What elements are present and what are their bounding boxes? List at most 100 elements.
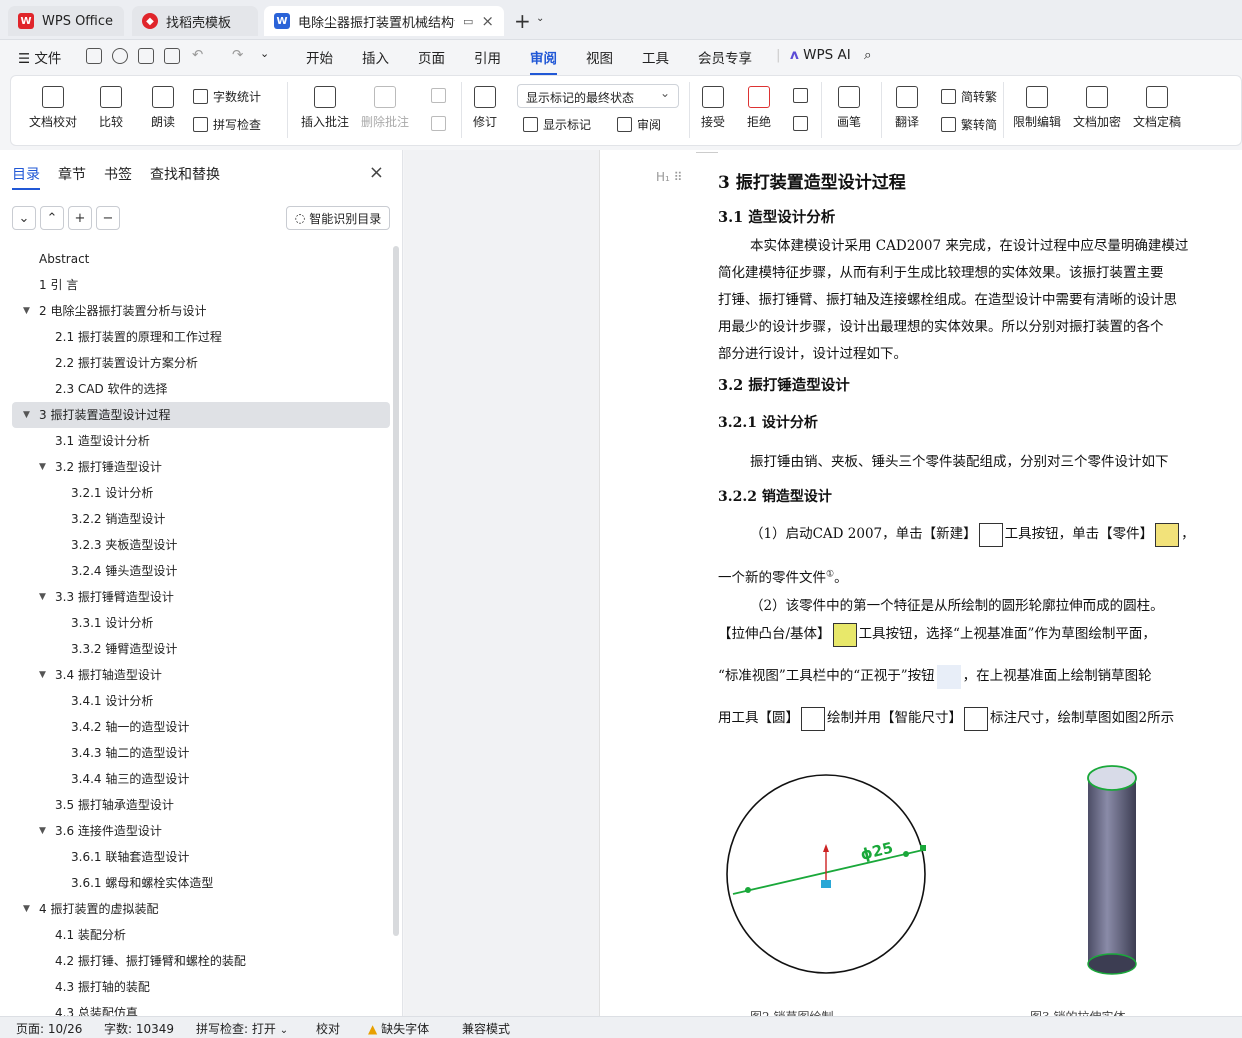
expand-arrow-icon[interactable]: ▼ [39,662,46,688]
wps-ai-button[interactable]: ᴧ WPS AI [790,47,851,63]
redo-icon[interactable]: ↷ [232,47,243,63]
toc-item[interactable]: 3.4.3 轴二的造型设计 [12,740,390,766]
toc-item[interactable]: 3.4.1 设计分析 [12,688,390,714]
collapse-down-icon[interactable]: ⌄ [12,206,36,230]
toc-item[interactable]: 3.2.2 销造型设计 [12,506,390,532]
toc-item[interactable]: 3.4.2 轴一的造型设计 [12,714,390,740]
toc-item[interactable]: Abstract [12,246,390,272]
pen-button[interactable]: 画笔 [837,86,861,130]
toc-item[interactable]: 3.2.3 夹板造型设计 [12,532,390,558]
toc-item[interactable]: 3.1 造型设计分析 [12,428,390,454]
doc-proof-button[interactable]: 文档校对 [29,86,77,130]
print-preview-icon[interactable] [164,48,180,64]
finalize-button[interactable]: 文档定稿 [1133,86,1181,130]
heading-handle-icon[interactable]: H₁ ⠿ [656,170,682,184]
restrict-edit-button[interactable]: 限制编辑 [1013,86,1061,130]
tab-toc[interactable]: 目录 [12,164,40,190]
revise-button[interactable]: 修订 [473,86,497,130]
toc-item[interactable]: ▼ 3.3 振打锤臂造型设计 [12,584,390,610]
toc-item[interactable]: 2.2 振打装置设计方案分析 [12,350,390,376]
expand-arrow-icon[interactable]: ▼ [39,584,46,610]
delete-comment-button[interactable]: 删除批注 [361,86,409,130]
collapse-up-icon[interactable]: ⌃ [40,206,64,230]
markup-state-select[interactable]: 显示标记的最终状态 [517,84,679,108]
toc-item[interactable]: 4.3 振打轴的装配 [12,974,390,1000]
proof-status[interactable]: 校对 [316,1020,340,1037]
menu-start[interactable]: 开始 [306,47,333,67]
expand-arrow-icon[interactable]: ▼ [23,896,30,922]
tab-chapters[interactable]: 章节 [58,164,86,184]
smart-toc-button[interactable]: ◌ 智能识别目录 [286,206,390,230]
reject-button[interactable]: 拒绝 [747,86,771,130]
remove-heading-icon[interactable]: − [96,206,120,230]
expand-arrow-icon[interactable]: ▼ [23,298,30,324]
to-simplified-button[interactable]: 繁转简 [941,116,997,133]
accept-button[interactable]: 接受 [701,86,725,130]
read-aloud-button[interactable]: 朗读 [151,86,175,130]
tab-templates[interactable]: ◆ 找稻壳模板 [132,6,258,36]
toc-item[interactable]: ▼ 2 电除尘器振打装置分析与设计 [12,298,390,324]
toc-item[interactable]: ▼ 3 振打装置造型设计过程 [12,402,390,428]
tab-bookmarks[interactable]: 书签 [104,164,132,184]
menu-tools[interactable]: 工具 [642,47,669,67]
print-icon[interactable] [138,48,154,64]
prev-change-icon[interactable] [793,88,808,103]
close-icon[interactable]: × [369,162,384,183]
tab-wps-office[interactable]: W WPS Office [8,6,124,36]
next-comment-icon[interactable] [431,116,446,131]
toc-item[interactable]: 3.5 振打轴承造型设计 [12,792,390,818]
toc-item[interactable]: 3.2.4 锤头造型设计 [12,558,390,584]
toc-item[interactable]: 3.4.4 轴三的造型设计 [12,766,390,792]
add-heading-icon[interactable]: + [68,206,92,230]
toc-item[interactable]: 3.3.2 锤臂造型设计 [12,636,390,662]
share-icon[interactable] [112,48,128,64]
toc-item[interactable]: 3.3.1 设计分析 [12,610,390,636]
toc-item[interactable]: ▼ 3.2 振打锤造型设计 [12,454,390,480]
show-markup-button[interactable]: 显示标记 [523,116,591,133]
toc-item[interactable]: 4.2 振打锤、振打锤臂和螺栓的装配 [12,948,390,974]
undo-icon[interactable]: ↶ [192,47,203,63]
compare-button[interactable]: 比较 [99,86,123,130]
toc-item[interactable]: ▼ 3.6 连接件造型设计 [12,818,390,844]
word-count-button[interactable]: 字数统计 [193,88,261,105]
menu-page[interactable]: 页面 [418,47,445,67]
to-traditional-button[interactable]: 简转繁 [941,88,997,105]
review-pane-button[interactable]: 审阅 [617,116,661,133]
page-indicator[interactable]: 页面: 10/26 [16,1020,82,1037]
toc-item[interactable]: ▼ 3.4 振打轴造型设计 [12,662,390,688]
translate-button[interactable]: 翻译 [895,86,919,130]
toc-item[interactable]: ▼ 4 振打装置的虚拟装配 [12,896,390,922]
search-icon[interactable]: ⌕ [864,47,872,63]
expand-arrow-icon[interactable]: ▼ [23,402,30,428]
tab-document[interactable]: W 电除尘器振打装置机械结构设 ▭ × [264,6,504,36]
sidebar-scrollbar[interactable] [393,246,399,936]
menu-review[interactable]: 审阅 [530,47,557,75]
toc-item[interactable]: 4.1 装配分析 [12,922,390,948]
document-page[interactable]: H₁ ⠿ 3 振打装置造型设计过程 3.1 造型设计分析 本实体建模设计采用 C… [599,150,1242,1016]
new-tab-icon[interactable]: + [514,9,531,33]
menu-view[interactable]: 视图 [586,47,613,67]
word-count[interactable]: 字数: 10349 [104,1020,174,1037]
menu-insert[interactable]: 插入 [362,47,389,67]
expand-arrow-icon[interactable]: ▼ [39,454,46,480]
close-icon[interactable]: × [481,12,494,30]
footnote-mark[interactable]: ① [826,570,834,580]
next-change-icon[interactable] [793,116,808,131]
encrypt-button[interactable]: 文档加密 [1073,86,1121,130]
insert-comment-button[interactable]: 插入批注 [301,86,349,130]
expand-arrow-icon[interactable]: ▼ [39,818,46,844]
spell-check-status[interactable]: 拼写检查: 打开 ⌄ [196,1020,288,1037]
toc-item[interactable]: 1 引 言 [12,272,390,298]
toc-item[interactable]: 2.3 CAD 软件的选择 [12,376,390,402]
toc-item[interactable]: 3.6.1 联轴套造型设计 [12,844,390,870]
prev-comment-icon[interactable] [431,88,446,103]
chevron-down-icon[interactable]: ⌄ [260,47,269,60]
menu-reference[interactable]: 引用 [474,47,501,67]
spell-check-button[interactable]: 拼写检查 [193,116,261,133]
menu-membership[interactable]: 会员专享 [698,47,752,67]
tab-find-replace[interactable]: 查找和替换 [150,164,220,184]
toc-item[interactable]: 2.1 振打装置的原理和工作过程 [12,324,390,350]
missing-font-status[interactable]: ▲ 缺失字体 [368,1020,429,1037]
chevron-down-icon[interactable]: ⌄ [536,13,544,24]
toc-item[interactable]: 3.6.1 螺母和螺栓实体造型 [12,870,390,896]
